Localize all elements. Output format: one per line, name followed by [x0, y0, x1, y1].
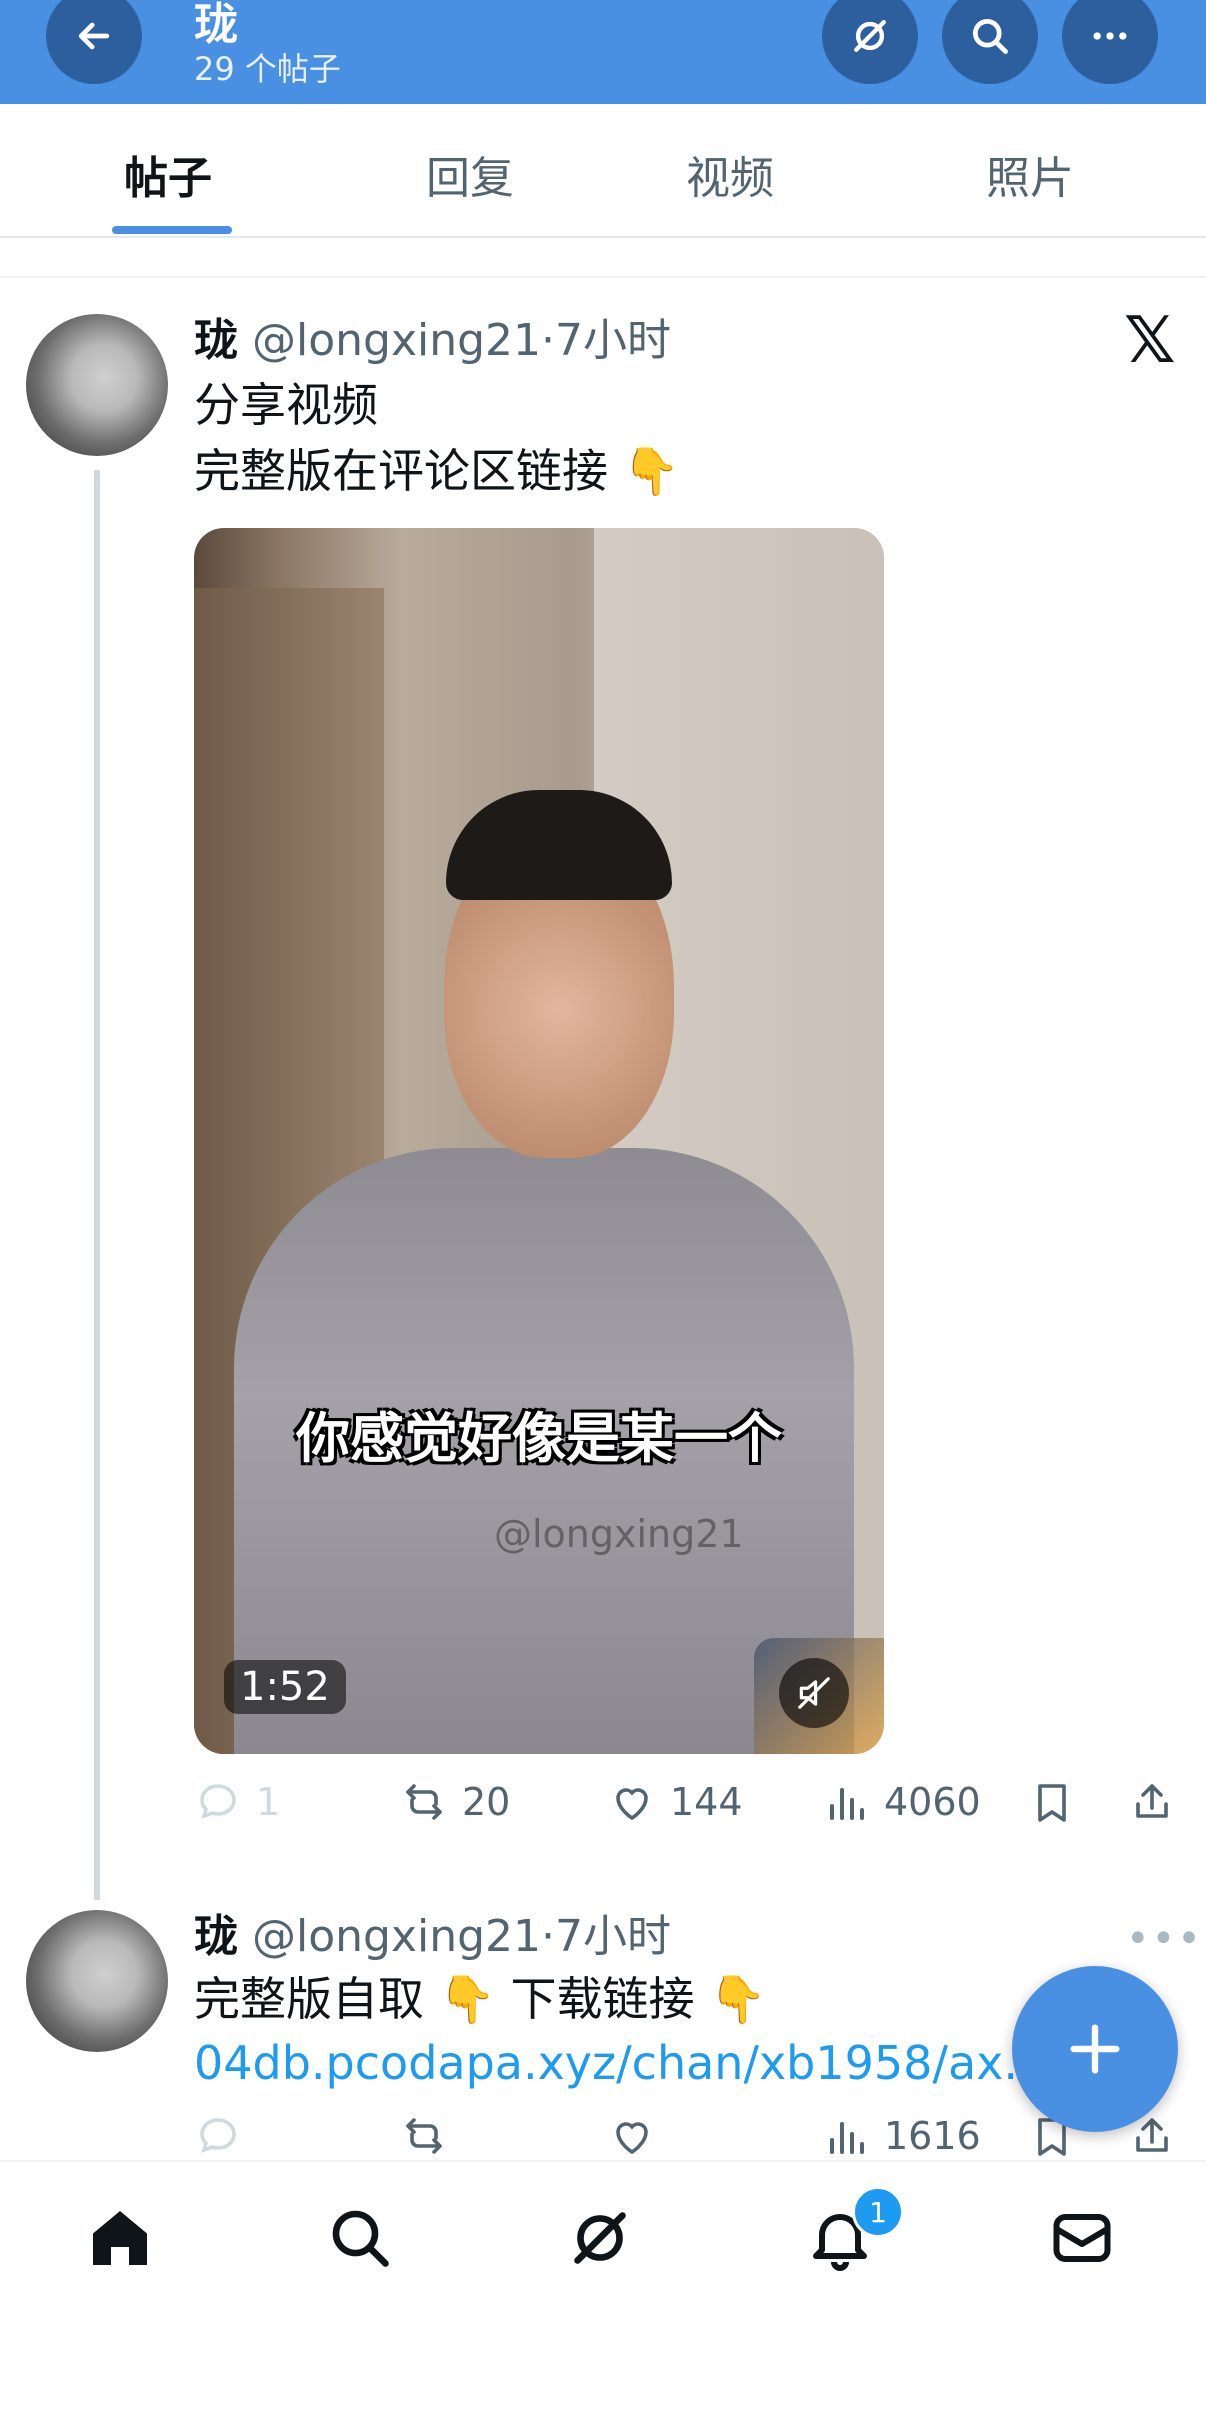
- grok-button[interactable]: [822, 0, 918, 84]
- tab-replies[interactable]: 回复: [426, 142, 514, 206]
- repost-button[interactable]: [400, 2112, 462, 2160]
- post-text-line1: 完整版自取 👇 下载链接 👇: [194, 1972, 767, 2026]
- tab-videos[interactable]: 视频: [686, 142, 774, 206]
- author-name[interactable]: 珑: [194, 315, 238, 366]
- like-button[interactable]: [608, 2112, 670, 2160]
- views-button[interactable]: 1616: [822, 2112, 981, 2160]
- video-player[interactable]: 你感觉好像是某一个 @longxing21 1:52: [194, 528, 884, 1754]
- messages-icon: [1053, 2214, 1111, 2262]
- grok-icon: [854, 20, 886, 52]
- heart-icon: [616, 1788, 648, 1821]
- reply-button[interactable]: 1: [194, 1778, 280, 1826]
- search-icon: [972, 18, 1008, 54]
- thread-line: [94, 470, 100, 1900]
- home-icon: [93, 2211, 147, 2265]
- video-duration: 1:52: [224, 1660, 346, 1714]
- active-tab-indicator: [112, 226, 232, 234]
- post-text-line1: 分享视频: [194, 378, 378, 432]
- muted-speaker-icon: [798, 1677, 830, 1709]
- views-icon: [830, 1788, 864, 1820]
- tab-photos[interactable]: 照片: [986, 142, 1074, 206]
- reply-icon: [200, 2118, 236, 2153]
- compose-button[interactable]: [1012, 1966, 1178, 2132]
- avatar[interactable]: [26, 314, 168, 456]
- bookmark-button[interactable]: [1028, 1778, 1090, 1826]
- more-icon: [1093, 32, 1127, 40]
- post-actions: 1 20 144 4060: [194, 1778, 1174, 1838]
- reply-button[interactable]: [194, 2112, 256, 2160]
- bottom-nav: 1: [0, 2160, 1206, 2410]
- reply-count: 1: [256, 1780, 281, 1824]
- tab-posts[interactable]: 帖子: [124, 142, 212, 206]
- search-button[interactable]: [942, 0, 1038, 84]
- post-more-button[interactable]: •••: [1126, 1916, 1203, 1962]
- author-name[interactable]: 珑: [194, 1911, 238, 1962]
- view-count: 4060: [884, 1780, 981, 1824]
- views-icon: [830, 2122, 864, 2154]
- post-header: 珑 @longxing21·7小时: [194, 304, 671, 368]
- arrow-left-icon: [78, 22, 110, 50]
- repost-icon: [406, 2118, 442, 2154]
- post-count: 29 个帖子: [194, 50, 341, 88]
- like-count: 144: [670, 1780, 743, 1824]
- nav-search[interactable]: [324, 2202, 396, 2274]
- repost-count: 20: [462, 1780, 511, 1824]
- view-count: 1616: [884, 2114, 981, 2158]
- repost-icon: [406, 1784, 442, 1820]
- bookmark-icon: [1038, 1784, 1066, 1822]
- post-text-line2: 完整版在评论区链接 👇: [194, 444, 680, 498]
- share-button[interactable]: [1128, 1778, 1190, 1826]
- nav-home[interactable]: [84, 2202, 156, 2274]
- heart-icon: [616, 2122, 648, 2155]
- avatar[interactable]: [26, 1910, 168, 2052]
- mute-button[interactable]: [779, 1658, 849, 1728]
- share-icon: [1136, 1784, 1168, 1818]
- post-header: 珑 @longxing21·7小时: [194, 1900, 671, 1964]
- back-button[interactable]: [46, 0, 142, 84]
- nav-messages[interactable]: [1046, 2202, 1118, 2274]
- repost-button[interactable]: 20: [400, 1778, 510, 1826]
- profile-tabs: 帖子 回复 视频 照片: [0, 104, 1206, 238]
- post-link[interactable]: 04db.pcodapa.xyz/chan/xb1958/ax...: [194, 2030, 1047, 2096]
- plus-icon: [1070, 2024, 1120, 2074]
- like-button[interactable]: 144: [608, 1778, 743, 1826]
- notification-badge: 1: [852, 2186, 904, 2238]
- x-logo: 𝕏: [1124, 304, 1176, 378]
- views-button[interactable]: 4060: [822, 1778, 981, 1826]
- divider: [0, 276, 1206, 278]
- grok-icon: [574, 2212, 626, 2264]
- profile-header: 珑 29 个帖子: [0, 0, 1206, 104]
- video-subtitle: 你感觉好像是某一个: [296, 1407, 782, 1470]
- more-button[interactable]: [1062, 0, 1158, 84]
- nav-grok[interactable]: [564, 2202, 636, 2274]
- author-meta: @longxing21·7小时: [252, 1911, 672, 1962]
- video-watermark: @longxing21: [494, 1512, 744, 1556]
- search-icon: [332, 2210, 389, 2267]
- author-meta: @longxing21·7小时: [252, 315, 672, 366]
- reply-icon: [200, 1784, 236, 1819]
